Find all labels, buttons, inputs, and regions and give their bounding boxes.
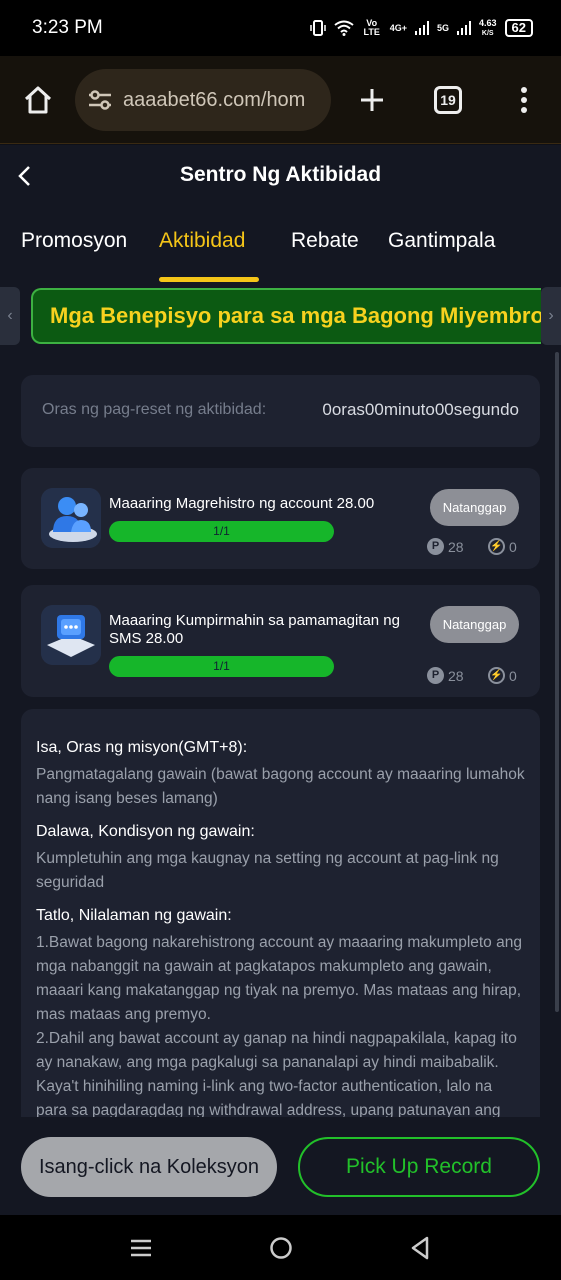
home-nav-icon[interactable] bbox=[264, 1231, 298, 1265]
rule-heading: Tatlo, Nilalaman ng gawain: bbox=[36, 907, 232, 924]
activity-content: Oras ng pag-reset ng aktibidad: 0oras00m… bbox=[0, 347, 561, 1117]
rule-heading: Isa, Oras ng misyon(GMT+8): bbox=[36, 739, 248, 756]
rule-body: 1.Bawat bagong nakarehistrong account ay… bbox=[36, 934, 522, 1023]
coin-reward: P 28 bbox=[427, 667, 464, 684]
signal-icon bbox=[414, 21, 429, 35]
lightning-icon: ⚡ bbox=[488, 538, 505, 555]
bottom-action-bar: Isang-click na Koleksyon Pick Up Record bbox=[0, 1117, 561, 1215]
lightning-icon: ⚡ bbox=[488, 667, 505, 684]
reset-timer-card: Oras ng pag-reset ng aktibidad: 0oras00m… bbox=[21, 375, 540, 447]
new-tab-icon[interactable] bbox=[352, 80, 392, 120]
coin-icon: P bbox=[427, 667, 444, 684]
banner-text: Mga Benepisyo para sa mga Bagong Miyembr… bbox=[50, 303, 541, 328]
browser-toolbar: aaaabet66.com/hom 19 bbox=[0, 56, 561, 144]
rule-body: Kumpletuhin ang mga kaugnay na setting n… bbox=[36, 850, 499, 891]
claimed-button[interactable]: Natanggap bbox=[430, 489, 519, 526]
reset-countdown: 0oras00minuto00segundo bbox=[322, 400, 519, 419]
coin-reward-value: 28 bbox=[448, 667, 464, 684]
rules-panel: Isa, Oras ng misyon(GMT+8): Pangmatagala… bbox=[21, 709, 540, 1117]
task-title: Maaaring Kumpirmahin sa pamamagitan ng S… bbox=[109, 612, 400, 647]
more-options-icon[interactable] bbox=[506, 80, 542, 120]
tab-gantimpala[interactable]: Gantimpala bbox=[388, 229, 495, 253]
energy-reward: ⚡ 0 bbox=[488, 538, 517, 555]
network-5g-label: 5G bbox=[436, 22, 449, 33]
url-text: aaaabet66.com/hom bbox=[123, 88, 306, 111]
active-tab-indicator bbox=[159, 277, 259, 282]
page-title: Sentro Ng Aktibidad bbox=[179, 163, 382, 186]
task-card: Maaaring Magrehistro ng account 28.00 1/… bbox=[21, 468, 540, 569]
pickup-record-button[interactable]: Pick Up Record bbox=[298, 1137, 540, 1197]
task-progress-bar: 1/1 bbox=[109, 521, 334, 542]
wifi-icon bbox=[334, 20, 354, 36]
vibrate-icon bbox=[309, 20, 326, 36]
status-icons: Vo LTE 4G+ 5G 4.63 K/S 62 bbox=[309, 17, 533, 38]
signal-icon-2 bbox=[457, 21, 471, 35]
sms-verify-icon bbox=[41, 605, 101, 665]
carousel-prev-button[interactable]: ‹ bbox=[0, 287, 20, 345]
task-progress-bar: 1/1 bbox=[109, 656, 334, 677]
tab-aktibidad[interactable]: Aktibidad bbox=[159, 229, 245, 253]
rule-body: Pangmatagalang gawain (bawat bagong acco… bbox=[36, 766, 525, 807]
scrollbar[interactable] bbox=[555, 352, 559, 1012]
battery-indicator: 62 bbox=[504, 19, 533, 37]
coin-reward-value: 28 bbox=[448, 538, 464, 555]
page-header: Sentro Ng Aktibidad bbox=[0, 145, 561, 207]
task-title: Maaaring Magrehistro ng account 28.00 bbox=[109, 495, 375, 512]
carousel-next-button[interactable]: › bbox=[541, 287, 561, 345]
url-bar[interactable]: aaaabet66.com/hom bbox=[75, 69, 331, 131]
volte-label: Vo LTE bbox=[363, 18, 380, 37]
coin-reward: P 28 bbox=[427, 538, 464, 555]
coin-icon: P bbox=[427, 538, 444, 555]
status-bar: 3:23 PM Vo LTE 4G+ 5G 4.63 K/S 62 bbox=[0, 0, 561, 56]
network-4g-label: 4G+ bbox=[389, 22, 407, 33]
net-speed-value: 4.63 bbox=[479, 17, 497, 28]
category-tabs: Promosyon Aktibidad Rebate Gantimpala bbox=[0, 207, 561, 285]
banner-carousel: ‹ Mga Benepisyo para sa mga Bagong Miyem… bbox=[0, 285, 561, 347]
tab-rebate[interactable]: Rebate bbox=[291, 229, 359, 253]
activity-banner[interactable]: Mga Benepisyo para sa mga Bagong Miyembr… bbox=[31, 288, 541, 344]
energy-reward-value: 0 bbox=[509, 667, 517, 684]
energy-reward: ⚡ 0 bbox=[488, 667, 517, 684]
site-settings-icon[interactable] bbox=[87, 89, 113, 111]
energy-reward-value: 0 bbox=[509, 538, 517, 555]
net-speed: 4.63 K/S bbox=[479, 17, 497, 38]
status-time: 3:23 PM bbox=[32, 17, 103, 38]
claimed-button[interactable]: Natanggap bbox=[430, 606, 519, 643]
back-nav-icon[interactable] bbox=[403, 1231, 437, 1265]
tab-switcher-button[interactable]: 19 bbox=[428, 80, 468, 120]
reset-label: Oras ng pag-reset ng aktibidad: bbox=[42, 401, 267, 418]
system-nav-bar bbox=[0, 1215, 561, 1280]
net-speed-unit: K/S bbox=[481, 29, 494, 37]
user-register-icon bbox=[41, 488, 101, 548]
tab-promosyon[interactable]: Promosyon bbox=[21, 229, 127, 253]
task-card: Maaaring Kumpirmahin sa pamamagitan ng S… bbox=[21, 585, 540, 697]
recent-apps-icon[interactable] bbox=[124, 1233, 158, 1263]
rule-body: 2.Dahil ang bawat account ay ganap na hi… bbox=[36, 1030, 517, 1117]
home-icon[interactable] bbox=[18, 80, 58, 120]
rule-heading: Dalawa, Kondisyon ng gawain: bbox=[36, 823, 255, 840]
one-click-collect-button[interactable]: Isang-click na Koleksyon bbox=[21, 1137, 277, 1197]
tab-count: 19 bbox=[434, 86, 462, 114]
